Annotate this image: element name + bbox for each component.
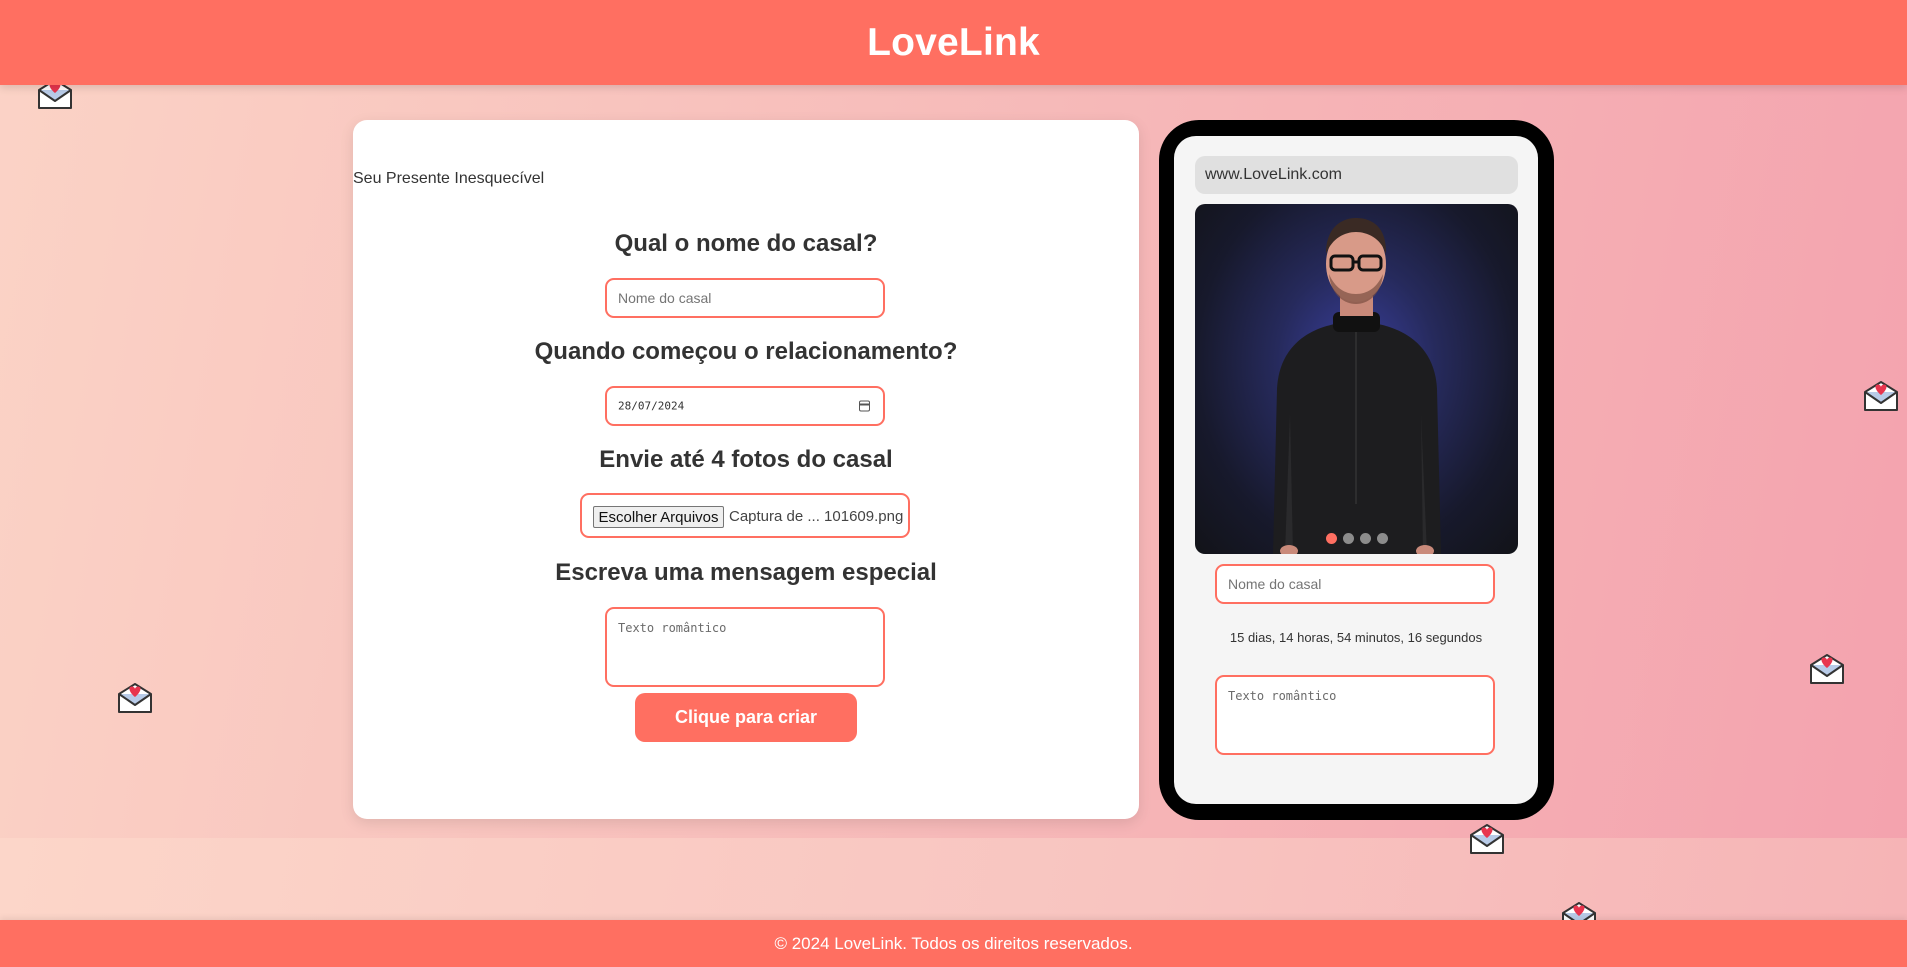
love-letter-icon <box>1470 824 1504 854</box>
selected-file-name: Captura de ... 101609.png <box>729 508 904 525</box>
choose-files-button[interactable]: Escolher Arquivos <box>593 506 724 528</box>
photo-file-input[interactable]: Escolher Arquivos Captura de ... 101609.… <box>580 493 910 538</box>
background-band <box>0 838 1907 920</box>
question-start-date: Quando começou o relacionamento? <box>534 338 958 365</box>
message-placeholder: Texto romântico <box>618 621 727 635</box>
start-date-value: 28/07/2024 <box>618 399 685 413</box>
message-textarea[interactable]: Texto romântico <box>605 607 885 687</box>
preview-url-bar: www.LoveLink.com <box>1195 156 1518 194</box>
footer-copyright: © 2024 LoveLink. Todos os direitos reser… <box>774 933 1133 953</box>
carousel-dot[interactable] <box>1342 533 1354 544</box>
carousel-dot[interactable] <box>1359 533 1371 544</box>
love-letter-icon <box>118 683 152 713</box>
preview-url: www.LoveLink.com <box>1205 166 1342 183</box>
footer: © 2024 LoveLink. Todos os direitos reser… <box>0 920 1907 967</box>
question-couple-name: Qual o nome do casal? <box>614 230 878 257</box>
header: LoveLink <box>0 0 1907 85</box>
question-photos: Envie até 4 fotos do casal <box>599 446 893 473</box>
relationship-counter: 15 dias, 14 horas, 54 minutos, 16 segund… <box>1229 630 1483 645</box>
couple-name-input[interactable]: Nome do casal <box>605 278 885 318</box>
preview-message-placeholder: Texto romântico <box>1228 689 1337 703</box>
photo-carousel[interactable] <box>1195 204 1518 554</box>
preview-message-field[interactable]: Texto romântico <box>1215 675 1495 755</box>
calendar-icon[interactable] <box>859 400 870 412</box>
question-message: Escreva uma mensagem especial <box>555 559 937 586</box>
preview-couple-name-placeholder: Nome do casal <box>1228 576 1322 592</box>
carousel-dot[interactable] <box>1376 533 1388 544</box>
couple-photo <box>1273 218 1441 554</box>
create-button[interactable]: Clique para criar <box>635 693 857 742</box>
love-letter-icon <box>1810 654 1844 684</box>
carousel-dots <box>1195 533 1518 544</box>
start-date-input[interactable]: 28/07/2024 <box>605 386 885 426</box>
carousel-dot[interactable] <box>1325 533 1337 544</box>
couple-name-placeholder: Nome do casal <box>618 290 712 306</box>
page-title: Seu Presente Inesquecível <box>353 170 545 187</box>
brand-title: LoveLink <box>867 20 1040 64</box>
preview-couple-name-field[interactable]: Nome do casal <box>1215 564 1495 604</box>
love-letter-icon <box>1864 381 1898 411</box>
